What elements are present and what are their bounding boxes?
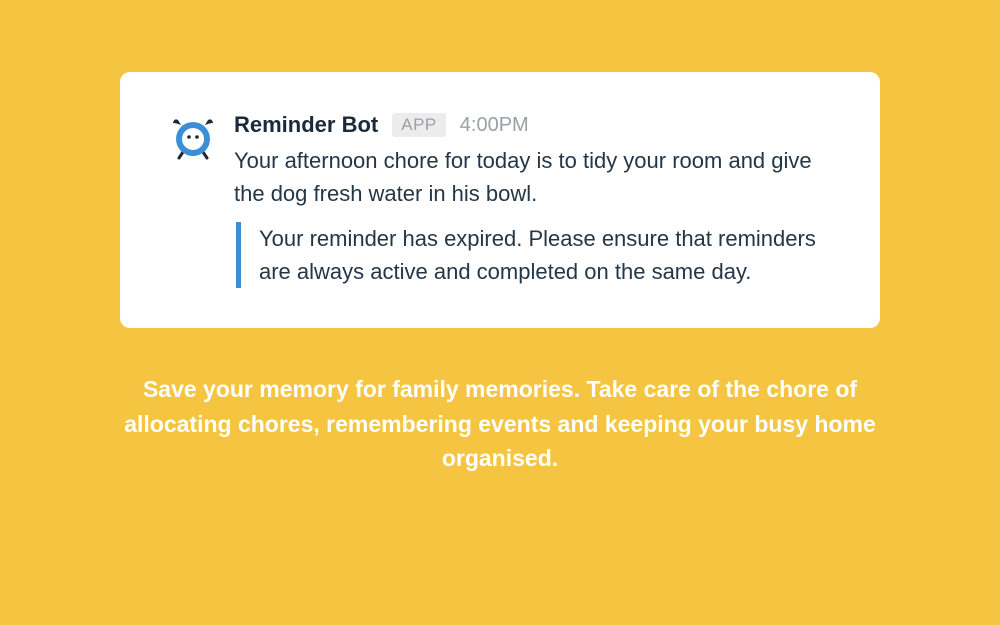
quote-block: Your reminder has expired. Please ensure…	[236, 222, 830, 288]
tagline: Save your memory for family memories. Ta…	[110, 372, 890, 476]
message-card: Reminder Bot APP 4:00PM Your afternoon c…	[120, 72, 880, 328]
message-content: Reminder Bot APP 4:00PM Your afternoon c…	[220, 112, 830, 288]
message-header: Reminder Bot APP 4:00PM	[234, 112, 830, 138]
app-badge: APP	[392, 113, 446, 137]
bot-avatar	[170, 112, 220, 165]
alarm-clock-icon	[170, 114, 216, 160]
bot-name: Reminder Bot	[234, 112, 378, 138]
timestamp: 4:00PM	[460, 114, 529, 137]
message-body: Your afternoon chore for today is to tid…	[234, 144, 830, 210]
